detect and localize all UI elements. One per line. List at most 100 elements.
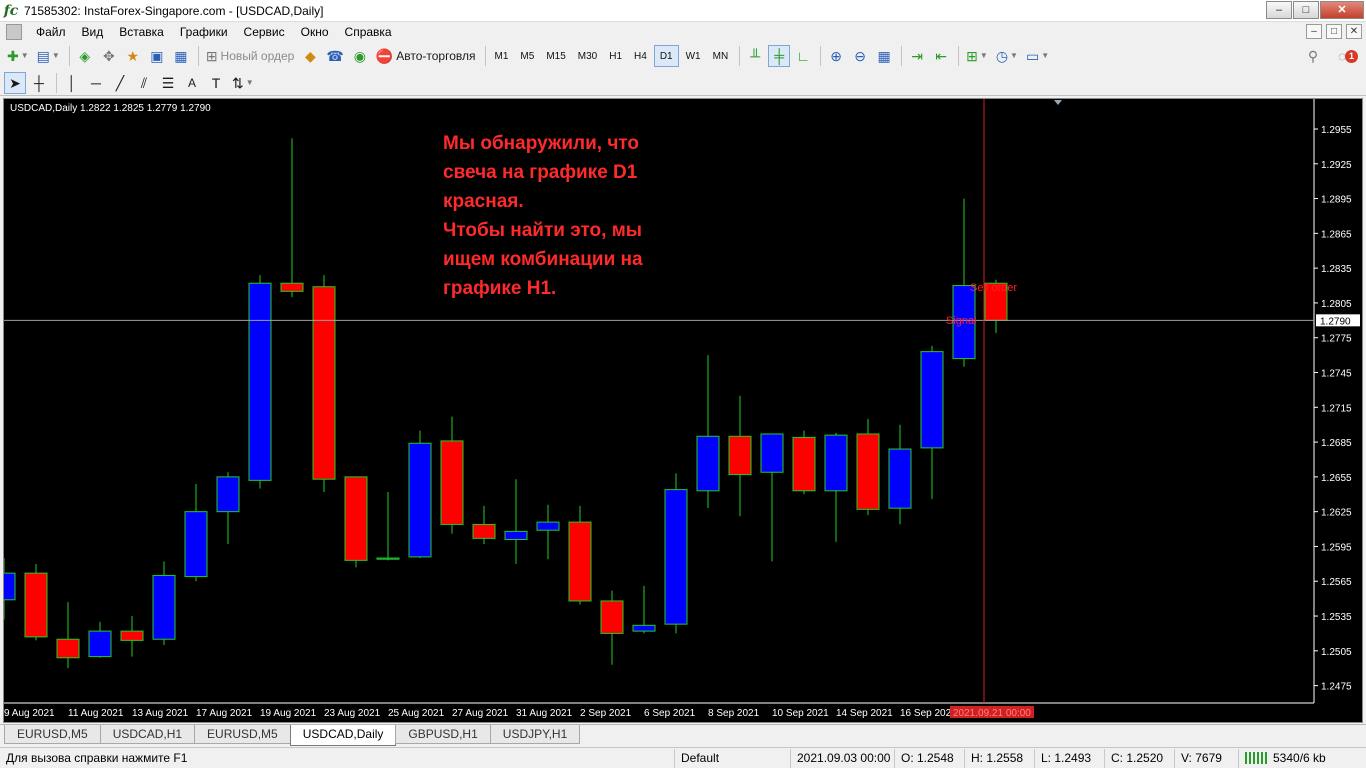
search-button[interactable]: ⚲ <box>1302 45 1324 67</box>
autotrading-button[interactable]: ⛔ Авто-торговля <box>373 45 479 67</box>
indicators-button[interactable]: ⊞ ▼ <box>963 45 991 67</box>
child-window-icon[interactable] <box>6 24 22 40</box>
vertical-line-button[interactable]: │ <box>61 72 83 94</box>
star-folder-icon: ★ <box>126 48 140 64</box>
menu-tools-label: Сервис <box>243 25 285 39</box>
status-traffic: 5340/6 kb <box>1238 748 1366 768</box>
bull-candle <box>696 435 720 492</box>
autoscroll-button[interactable]: ⇥ <box>906 45 928 67</box>
templates-icon: ▭ <box>1025 48 1040 64</box>
toolbar-separator <box>56 72 57 93</box>
bear-candle <box>728 435 752 476</box>
zoom-in-button[interactable]: ⊕ <box>825 45 847 67</box>
profiles-button[interactable]: ▤ ▼ <box>34 45 63 67</box>
cursor-button[interactable]: ➤ <box>4 71 26 94</box>
tile-windows-button[interactable]: ▦ <box>873 45 895 67</box>
zoom-out-icon: ⊖ <box>854 48 867 64</box>
templates-button[interactable]: ▭ ▼ <box>1023 45 1052 67</box>
crosshair-icon: ✥ <box>102 48 115 64</box>
trendline-button[interactable]: ╱ <box>109 72 131 94</box>
tab-usdcad-daily[interactable]: USDCAD,Daily <box>289 725 397 746</box>
line-chart-button[interactable]: ∟ <box>792 45 814 67</box>
chevron-down-icon: ▼ <box>979 51 988 60</box>
metaeditor-button[interactable]: ◆ <box>299 45 321 67</box>
tf-w1-button[interactable]: W1 <box>681 45 706 67</box>
notifications-button[interactable]: ◌ 1 <box>1338 46 1358 66</box>
text-label-button[interactable]: T <box>205 72 227 94</box>
menu-file[interactable]: Файл <box>28 22 74 42</box>
mdi-restore-button[interactable]: □ <box>1326 24 1342 39</box>
new-chart-button[interactable]: ✚ ▼ <box>4 45 32 67</box>
bear-candle <box>792 436 816 492</box>
bear-candle <box>280 282 304 292</box>
tab-usdjpy-h1[interactable]: USDJPY,H1 <box>489 725 581 744</box>
menu-charts[interactable]: Графики <box>172 22 236 42</box>
tf-h4-button[interactable]: H4 <box>629 45 652 67</box>
bull-candle <box>88 630 112 658</box>
annotation-line: Мы обнаружили, что <box>443 133 640 154</box>
tab-usdcad-h1[interactable]: USDCAD,H1 <box>99 725 196 744</box>
tile-windows-icon: ▦ <box>877 48 891 64</box>
mdi-minimize-button[interactable]: – <box>1306 24 1322 39</box>
price-tick-label: 1.2775 <box>1321 334 1352 345</box>
new-order-icon: ⊞ <box>205 48 218 64</box>
terminal-button[interactable]: ▣ <box>146 45 168 67</box>
tab-gbpusd-h1[interactable]: GBPUSD,H1 <box>395 725 491 744</box>
periods-button[interactable]: ◷ ▼ <box>993 45 1021 67</box>
market-button[interactable]: ◉ <box>349 45 371 67</box>
new-order-button[interactable]: ⊞ Новый ордер <box>203 45 298 67</box>
candlestick-button[interactable]: ╪ <box>768 45 791 67</box>
crosshair-button[interactable]: ┼ <box>28 72 50 94</box>
tf-m5-button[interactable]: M5 <box>515 45 539 67</box>
cursor-icon: ➤ <box>9 74 21 91</box>
app-logo-icon: fc <box>3 2 19 19</box>
navigator-button[interactable]: ★ <box>122 45 144 67</box>
price-tick-label: 1.2565 <box>1321 577 1352 588</box>
tf-m15-button[interactable]: M15 <box>541 45 570 67</box>
channel-button[interactable]: ⫽ <box>133 72 155 94</box>
bull-candle <box>376 557 400 560</box>
tf-h1-button[interactable]: H1 <box>604 45 627 67</box>
fibonacci-button[interactable]: ☰ <box>157 72 179 94</box>
annotation-line: ищем комбинации на <box>443 249 643 270</box>
maximize-button[interactable]: □ <box>1293 1 1319 19</box>
signals-button[interactable]: ☎ <box>323 45 346 67</box>
price-tick-label: 1.2655 <box>1321 473 1352 484</box>
minimize-button[interactable]: – <box>1266 1 1292 19</box>
data-window-button[interactable]: ✥ <box>98 45 120 67</box>
bull-candle <box>888 448 912 509</box>
price-tick-label: 1.2595 <box>1321 542 1352 553</box>
menu-help[interactable]: Справка <box>337 22 400 42</box>
price-tick-label: 1.2475 <box>1321 682 1352 693</box>
menu-tools[interactable]: Сервис <box>236 22 293 42</box>
connection-bars-icon <box>1245 752 1269 765</box>
text-button[interactable]: A <box>181 72 203 94</box>
bear-candle <box>856 433 880 510</box>
strategy-tester-button[interactable]: ▦ <box>170 45 192 67</box>
tf-m1-button[interactable]: M1 <box>490 45 514 67</box>
menu-view[interactable]: Вид <box>74 22 112 42</box>
zoom-out-button[interactable]: ⊖ <box>849 45 871 67</box>
menu-window[interactable]: Окно <box>293 22 337 42</box>
date-label: 11 Aug 2021 <box>68 708 124 719</box>
close-button[interactable]: ✕ <box>1320 1 1364 19</box>
market-watch-button[interactable]: ◈ <box>74 45 96 67</box>
title-bar: fc 71585302: InstaForex-Singapore.com - … <box>0 0 1366 22</box>
chart-shift-button[interactable]: ⇤ <box>930 45 952 67</box>
chart-annotation: Мы обнаружили, что свеча на графике D1 к… <box>443 129 743 303</box>
tf-d1-button[interactable]: D1 <box>653 45 679 67</box>
tab-eurusd-m5-2[interactable]: EURUSD,M5 <box>194 725 291 744</box>
mdi-close-button[interactable]: ✕ <box>1346 24 1362 39</box>
date-label: 27 Aug 2021 <box>452 708 509 719</box>
tf-mn-button[interactable]: MN <box>708 45 734 67</box>
horizontal-line-button[interactable]: ─ <box>85 72 107 94</box>
bull-candle <box>920 351 944 449</box>
bear-candle <box>24 572 48 638</box>
bar-chart-button[interactable]: ╨ <box>744 45 766 67</box>
tf-m30-button[interactable]: M30 <box>573 45 602 67</box>
new-chart-icon: ✚ <box>7 48 19 64</box>
arrows-button[interactable]: ⇅ ▼ <box>229 72 257 94</box>
sell-order-label: Sell order <box>970 282 1017 294</box>
menu-insert[interactable]: Вставка <box>111 22 172 42</box>
tab-eurusd-m5[interactable]: EURUSD,M5 <box>4 725 101 744</box>
